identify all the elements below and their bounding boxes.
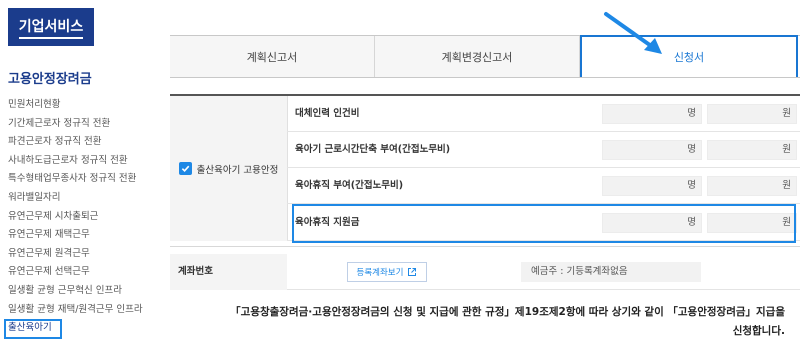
tab-plan-report[interactable]: 계획신고서 [170,36,375,77]
application-notice: 「고용창출장려금·고용안정장려금의 신청 및 지급에 관한 규정」제19조제2항… [205,303,785,341]
sidebar-menu: 민원처리현황 기간제근로자 정규직 전환 파견근로자 정규직 전환 사내하도급근… [8,96,143,338]
sidebar-item-flex-staggered-hours[interactable]: 유연근무제 시차출퇴근 [8,208,143,227]
headcount-unit: 명 [687,217,696,228]
tab-plan-change-report[interactable]: 계획변경신고서 [375,36,580,77]
amount-unit: 원 [782,108,791,119]
amount-unit: 원 [782,217,791,228]
form-row-replacement-labor: 대체인력 인건비 명 원 [287,96,800,132]
external-link-icon [408,268,417,276]
form-row-reduced-hours: 육아기 근로시간단축 부여(간접노무비) 명 원 [287,132,800,168]
sidebar-item-balance-remote-infra[interactable]: 일생활 균형 재택/원격근무 인프라 [8,301,143,320]
amount-input[interactable]: 원 [707,213,797,233]
sidebar-item-dispatched-conversion[interactable]: 파견근로자 정규직 전환 [8,133,143,152]
amount-unit: 원 [782,144,791,155]
sidebar-item-flex-remote-work[interactable]: 유연근무제 원격근무 [8,245,143,264]
sidebar-item-civil-status[interactable]: 민원처리현황 [8,96,143,115]
amount-input[interactable]: 원 [707,104,797,124]
brand-label: 기업서비스 [18,16,84,39]
notice-line-1: 「고용창출장려금·고용안정장려금의 신청 및 지급에 관한 규정」제19조제2항… [230,306,785,318]
view-account-label: 등록계좌보기 [356,268,404,278]
sidebar-item-work-life-jobs[interactable]: 워라밸일자리 [8,189,143,208]
account-row: 등록계좌보기 예금주 : 기등록계좌없음 [287,254,800,290]
form-tabs: 계획신고서 계획변경신고서 신청서 [170,35,800,78]
form-row-leave-subsidy: 육아휴직 지원금 명 원 [287,205,800,241]
account-label: 계좌번호 [170,254,287,290]
amount-input[interactable]: 원 [707,140,797,160]
headcount-input[interactable]: 명 [602,176,702,196]
row-label: 육아휴직 부여(간접노무비) [295,180,404,191]
sidebar-item-fixed-term-conversion[interactable]: 기간제근로자 정규직 전환 [8,115,143,134]
sidebar-item-special-worker-conversion[interactable]: 특수형태업무종사자 정규직 전환 [8,170,143,189]
sidebar-item-maternity-childcare[interactable]: 출산육아기 [8,319,143,338]
category-label: 출산육아기 고용안정 [196,164,279,176]
sidebar-title: 고용안정장려금 [8,72,92,87]
category-checkbox[interactable] [178,162,192,175]
amount-input[interactable]: 원 [707,176,797,196]
headcount-unit: 명 [687,180,696,191]
view-registered-account-button[interactable]: 등록계좌보기 [347,262,427,282]
notice-line-2: 신청합니다. [732,325,785,337]
row-label: 육아기 근로시간단축 부여(간접노무비) [295,144,451,155]
form-separator [170,246,800,247]
arrow-annotation-icon [604,12,662,54]
sidebar-item-flex-home-work[interactable]: 유연근무제 재택근무 [8,226,143,245]
headcount-input[interactable]: 명 [602,140,702,160]
headcount-unit: 명 [687,144,696,155]
headcount-input[interactable]: 명 [602,213,702,233]
amount-unit: 원 [782,180,791,191]
headcount-input[interactable]: 명 [602,104,702,124]
headcount-unit: 명 [687,108,696,119]
row-label: 육아휴직 지원금 [295,217,360,228]
account-holder-text: 예금주 : 기등록계좌없음 [521,262,701,282]
check-icon [181,165,190,173]
brand-logo[interactable]: 기업서비스 [8,8,94,46]
row-label: 대체인력 인건비 [295,108,360,119]
sidebar-item-flex-selective-hours[interactable]: 유연근무제 선택근무 [8,263,143,282]
sidebar-item-balance-innovation-infra[interactable]: 일생활 균형 근무혁신 인프라 [8,282,143,301]
category-cell: 출산육아기 고용안정 [170,96,288,241]
sidebar: 기업서비스 고용안정장려금 민원처리현황 기간제근로자 정규직 전환 파견근로자… [0,0,165,350]
form-row-leave-granted: 육아휴직 부여(간접노무비) 명 원 [287,168,800,204]
sidebar-item-subcontract-conversion[interactable]: 사내하도급근로자 정규직 전환 [8,152,143,171]
